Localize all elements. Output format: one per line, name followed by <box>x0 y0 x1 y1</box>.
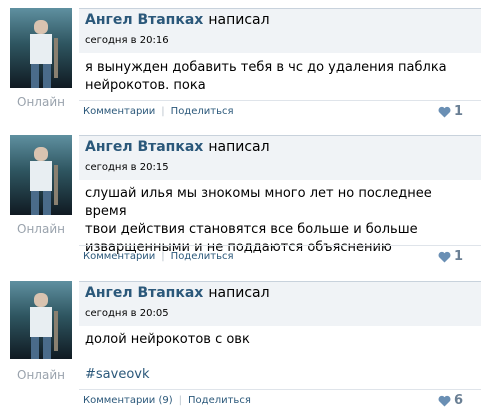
like-button[interactable]: 6 <box>438 393 463 408</box>
separator: | <box>161 106 165 117</box>
comments-link[interactable]: Комментарии <box>83 251 155 262</box>
divider <box>79 245 481 246</box>
like-button[interactable]: 1 <box>438 104 463 119</box>
post-time[interactable]: сегодня в 20:05 <box>85 308 169 319</box>
post-text: слушай илья мы знокомы много лет но посл… <box>85 185 465 257</box>
divider <box>79 100 481 101</box>
post-header: Ангел Втапках написал сегодня в 20:15 <box>79 135 481 180</box>
post-footer: Комментарии (9) | Поделиться <box>83 395 251 406</box>
like-count: 6 <box>453 393 463 408</box>
author-link[interactable]: Ангел Втапках <box>85 139 203 155</box>
post-time[interactable]: сегодня в 20:15 <box>85 162 169 173</box>
separator: | <box>178 395 183 406</box>
comments-link[interactable]: Комментарии (9) <box>83 395 173 406</box>
post-text-line: долой нейрокотов с овк <box>85 332 250 347</box>
heart-icon <box>438 395 451 406</box>
post-text: долой нейрокотов с овк <box>85 331 465 349</box>
avatar[interactable] <box>10 135 72 215</box>
heart-icon <box>438 106 451 117</box>
hashtag-link[interactable]: #saveovk <box>85 367 150 382</box>
like-count: 1 <box>453 104 463 119</box>
online-status: Онлайн <box>17 368 65 382</box>
post-text-line: слушай илья мы знокомы много лет но посл… <box>85 186 432 219</box>
like-button[interactable]: 1 <box>438 249 463 264</box>
post-header: Ангел Втапках написал сегодня в 20:05 <box>79 281 481 326</box>
post-text-line: нейрокотов. пока <box>85 78 206 93</box>
share-link[interactable]: Поделиться <box>171 106 234 117</box>
avatar[interactable] <box>10 281 72 359</box>
share-link[interactable]: Поделиться <box>171 251 234 262</box>
post-action: написал <box>208 12 270 28</box>
post-action: написал <box>208 285 270 301</box>
post-text: я вынужден добавить тебя в чс до удалени… <box>85 59 465 95</box>
avatar[interactable] <box>10 8 72 88</box>
post-time[interactable]: сегодня в 20:16 <box>85 35 169 46</box>
author-link[interactable]: Ангел Втапках <box>85 285 203 301</box>
separator: | <box>161 251 165 262</box>
online-status: Онлайн <box>17 95 65 109</box>
author-link[interactable]: Ангел Втапках <box>85 12 203 28</box>
post-text-line: твои действия становятся все больше и бо… <box>85 222 418 237</box>
share-link[interactable]: Поделиться <box>188 395 251 406</box>
heart-icon <box>438 251 451 262</box>
post-footer: Комментарии | Поделиться <box>83 106 234 117</box>
post-action: написал <box>208 139 270 155</box>
like-count: 1 <box>453 249 463 264</box>
post-2: Онлайн Ангел Втапках написал сегодня в 20… <box>0 135 487 270</box>
online-status: Онлайн <box>17 222 65 236</box>
post-3: Онлайн Ангел Втапках написал сегодня в 20… <box>0 281 487 413</box>
post-header: Ангел Втапках написал сегодня в 20:16 <box>79 8 481 53</box>
post-1: Онлайн Ангел Втапках написал сегодня в 20… <box>0 0 487 130</box>
post-footer: Комментарии | Поделиться <box>83 251 234 262</box>
post-text-line: я вынужден добавить тебя в чс до удалени… <box>85 60 447 75</box>
divider <box>79 389 481 390</box>
comments-link[interactable]: Комментарии <box>83 106 155 117</box>
